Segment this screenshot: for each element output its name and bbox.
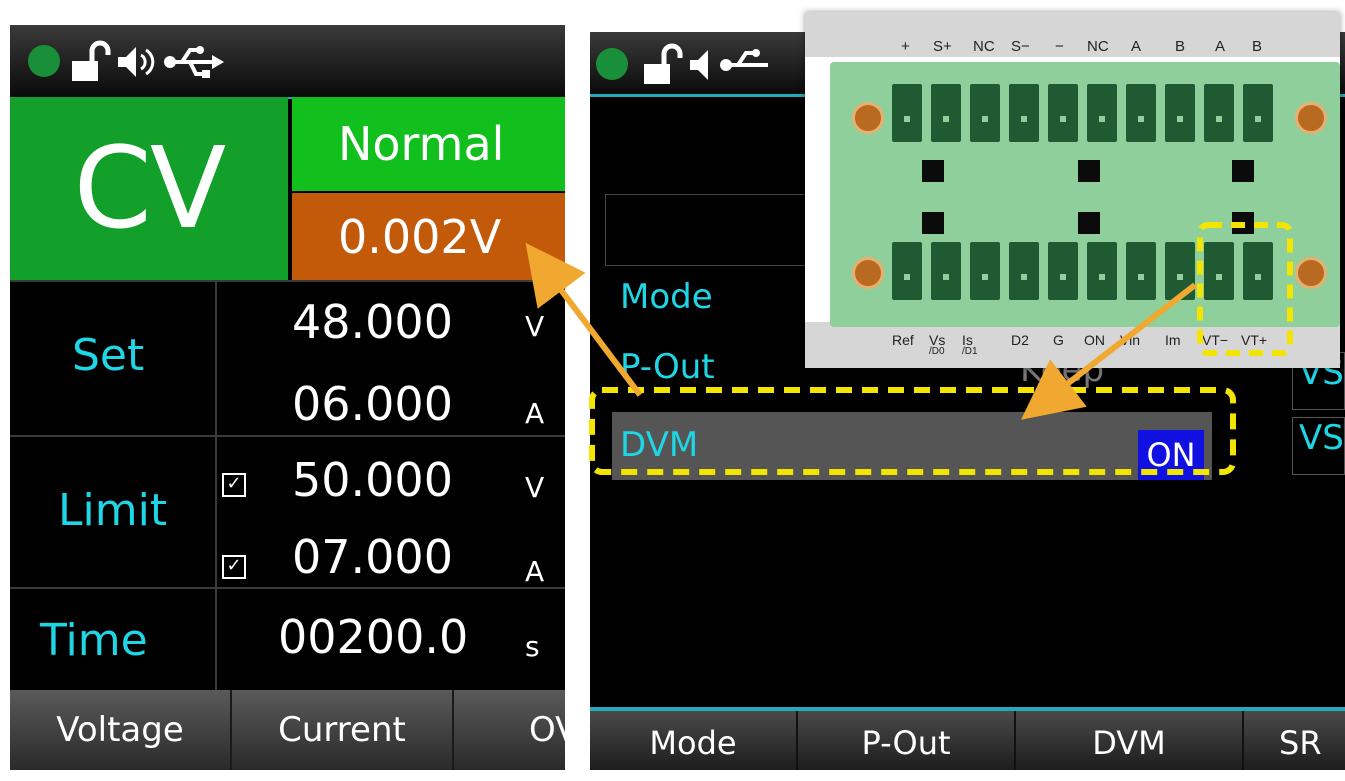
pin-label-top: B	[1175, 38, 1186, 55]
screw	[852, 102, 884, 134]
terminal-pin	[1126, 84, 1156, 142]
divider	[10, 280, 565, 282]
terminal-pin	[1087, 242, 1117, 300]
terminal-pin	[1165, 242, 1195, 300]
board-pad	[1232, 212, 1254, 234]
pin-label-top: S+	[933, 38, 952, 55]
limit-label: Limit	[58, 485, 168, 536]
terminal-board	[830, 62, 1340, 327]
terminal-pin	[1204, 84, 1234, 142]
unlock-icon	[644, 43, 683, 84]
limit-current-value[interactable]: 07.000	[292, 530, 453, 584]
terminal-pin	[931, 84, 961, 142]
board-pad	[1232, 160, 1254, 182]
pin-label-bottom: ON	[1084, 332, 1105, 348]
pin-label-bottom: Vin	[1120, 332, 1140, 348]
pin-label-bottom: D2	[1011, 332, 1029, 348]
screw	[1295, 102, 1327, 134]
status-dot-icon	[28, 45, 60, 77]
measured-voltage: 0.002V	[292, 193, 565, 280]
terminal-pin	[1009, 84, 1039, 142]
terminal-pin	[892, 84, 922, 142]
status-dot-icon	[596, 48, 628, 80]
terminal-pin	[1126, 242, 1156, 300]
pin-label-bottom: Ref	[892, 332, 914, 348]
divider	[10, 435, 565, 437]
menu-item-dvm-row[interactable]	[612, 412, 1212, 480]
usb-icon	[164, 46, 224, 78]
terminal-pin	[892, 242, 922, 300]
softkey-p-out[interactable]: P-Out	[798, 711, 1016, 770]
screw	[852, 257, 884, 289]
pin-label-top: A	[1215, 38, 1226, 55]
softkey-voltage[interactable]: Voltage	[10, 690, 232, 770]
pin-label-top: NC	[973, 38, 995, 55]
pin-label-top: NC	[1087, 38, 1109, 55]
menu-item-mode[interactable]: Mode	[620, 277, 713, 317]
softkey-bar: Voltage Current OV	[10, 690, 565, 770]
pin-label-top: +	[901, 38, 910, 55]
terminal-pin	[1204, 242, 1234, 300]
mode-indicator: CV	[10, 97, 288, 280]
board-pad	[1078, 212, 1100, 234]
set-current-unit: A	[525, 397, 545, 430]
status-normal: Normal	[292, 97, 565, 191]
time-unit: s	[525, 630, 540, 663]
pin-label-top: B	[1252, 38, 1263, 55]
terminal-pin	[1243, 84, 1273, 142]
board-pad	[1078, 160, 1100, 182]
board-pad	[922, 160, 944, 182]
dvm-value[interactable]: ON	[1138, 430, 1204, 480]
terminal-pin	[1243, 242, 1273, 300]
pin-label-bottom: Im	[1165, 332, 1181, 348]
pin-label-bottom: G	[1053, 332, 1064, 348]
terminal-pin	[1048, 242, 1078, 300]
side-tab-vs-2[interactable]: VS	[1292, 417, 1345, 475]
time-label: Time	[40, 615, 148, 666]
pin-label-bottom: VT+	[1241, 332, 1268, 348]
menu-item-p-out[interactable]: P-Out	[620, 347, 715, 387]
terminal-pin	[970, 84, 1000, 142]
menu-item-dvm: DVM	[620, 425, 699, 465]
terminal-pin	[1009, 242, 1039, 300]
connector-photo: + S+ NC S− − NC A B A B Ref Vs Is D2 G O…	[805, 12, 1340, 368]
set-current-value[interactable]: 06.000	[292, 377, 453, 431]
terminal-pin	[970, 242, 1000, 300]
limit-voltage-value[interactable]: 50.000	[292, 453, 453, 507]
terminal-pin	[1087, 84, 1117, 142]
unlock-icon	[72, 40, 111, 81]
divider	[215, 280, 217, 690]
time-value[interactable]: 00200.0	[278, 610, 468, 664]
pin-label-top: S−	[1011, 38, 1030, 55]
limit-voltage-unit: V	[525, 471, 545, 504]
softkey-bar: Mode P-Out DVM SR	[590, 707, 1345, 770]
limit-current-unit: A	[525, 555, 545, 588]
board-pad	[922, 212, 944, 234]
softkey-current[interactable]: Current	[232, 690, 454, 770]
pin-label-top: −	[1055, 38, 1064, 55]
usb-icon	[720, 49, 768, 71]
set-label: Set	[72, 330, 145, 381]
pin-label-bottom: VT−	[1202, 332, 1229, 348]
speaker-icon	[118, 47, 155, 77]
softkey-dvm[interactable]: DVM	[1016, 711, 1244, 770]
divider	[10, 587, 565, 589]
pin-sublabel: /D0	[929, 346, 945, 357]
softkey-ov[interactable]: OV	[454, 690, 565, 770]
softkey-mode[interactable]: Mode	[590, 711, 798, 770]
status-bar	[10, 25, 565, 99]
pin-sublabel: /D1	[962, 346, 978, 357]
set-voltage-unit: V	[525, 310, 545, 343]
pin-label-top: A	[1131, 38, 1142, 55]
left-screen: CV Normal 0.002V Set 48.000 V 06.000 A L…	[10, 25, 565, 770]
terminal-pin	[1048, 84, 1078, 142]
limit-voltage-checkbox[interactable]: ✓	[222, 473, 246, 497]
terminal-pin	[931, 242, 961, 300]
limit-current-checkbox[interactable]: ✓	[222, 555, 246, 579]
terminal-pin	[1165, 84, 1195, 142]
screw	[1295, 257, 1327, 289]
speaker-icon	[690, 50, 708, 80]
softkey-sr[interactable]: SR	[1244, 711, 1345, 770]
set-voltage-value[interactable]: 48.000	[292, 295, 453, 349]
